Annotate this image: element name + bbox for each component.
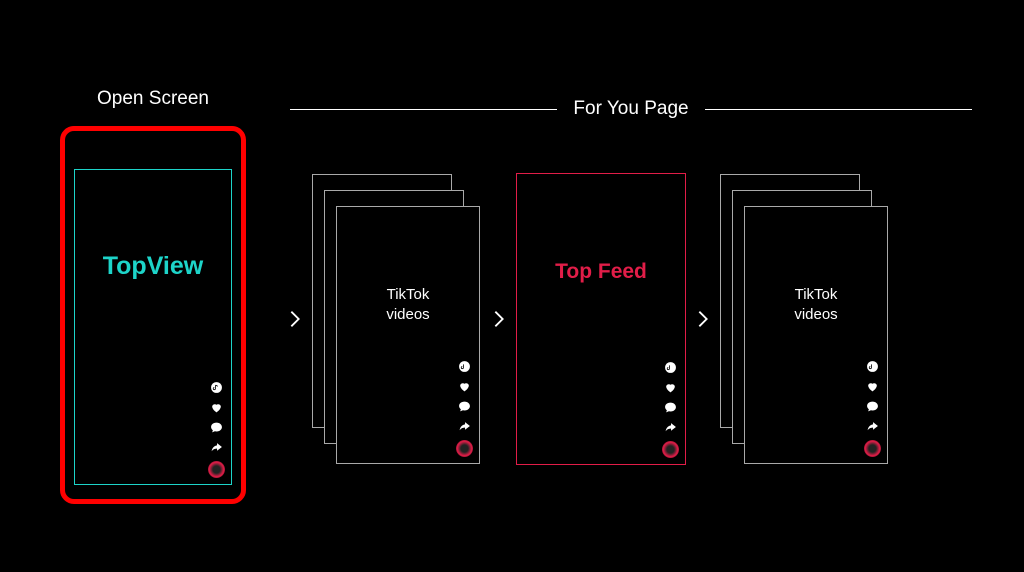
heart-icon	[210, 401, 223, 414]
tiktok-action-icons	[456, 360, 473, 457]
music-note-icon	[210, 381, 223, 394]
stack-label: TikTok videos	[745, 285, 887, 324]
topfeed-label: Top Feed	[517, 260, 685, 284]
comment-icon	[664, 401, 677, 414]
for-you-row: TikTok videos Top Feed TikTok videos	[278, 173, 984, 465]
spinning-record-icon	[864, 440, 881, 457]
share-icon	[458, 420, 471, 433]
heart-icon	[458, 380, 471, 393]
topfeed-card: Top Feed	[516, 173, 686, 465]
tiktok-action-icons	[662, 361, 679, 458]
tiktok-action-icons	[208, 381, 225, 478]
tiktok-action-icons	[864, 360, 881, 457]
tiktok-videos-stack-2: TikTok videos	[720, 174, 890, 464]
chevron-right-icon	[488, 308, 510, 330]
topview-label: TopView	[75, 252, 231, 281]
spinning-record-icon	[456, 440, 473, 457]
music-note-icon	[664, 361, 677, 374]
music-note-icon	[458, 360, 471, 373]
tiktok-videos-stack-1: TikTok videos	[312, 174, 482, 464]
heart-icon	[866, 380, 879, 393]
share-icon	[866, 420, 879, 433]
share-icon	[664, 421, 677, 434]
spinning-record-icon	[208, 461, 225, 478]
topview-card: TopView	[74, 169, 232, 485]
comment-icon	[210, 421, 223, 434]
spinning-record-icon	[662, 441, 679, 458]
chevron-right-icon	[284, 308, 306, 330]
comment-icon	[458, 400, 471, 413]
stack-layer-front: TikTok videos	[336, 206, 480, 464]
open-screen-column: Open Screen TopView	[60, 88, 246, 504]
stack-label: TikTok videos	[337, 285, 479, 324]
stack-layer-front: TikTok videos	[744, 206, 888, 464]
music-note-icon	[866, 360, 879, 373]
chevron-right-icon	[692, 308, 714, 330]
share-icon	[210, 441, 223, 454]
heart-icon	[664, 381, 677, 394]
comment-icon	[866, 400, 879, 413]
open-screen-frame: TopView	[60, 126, 246, 504]
open-screen-label: Open Screen	[97, 88, 209, 110]
